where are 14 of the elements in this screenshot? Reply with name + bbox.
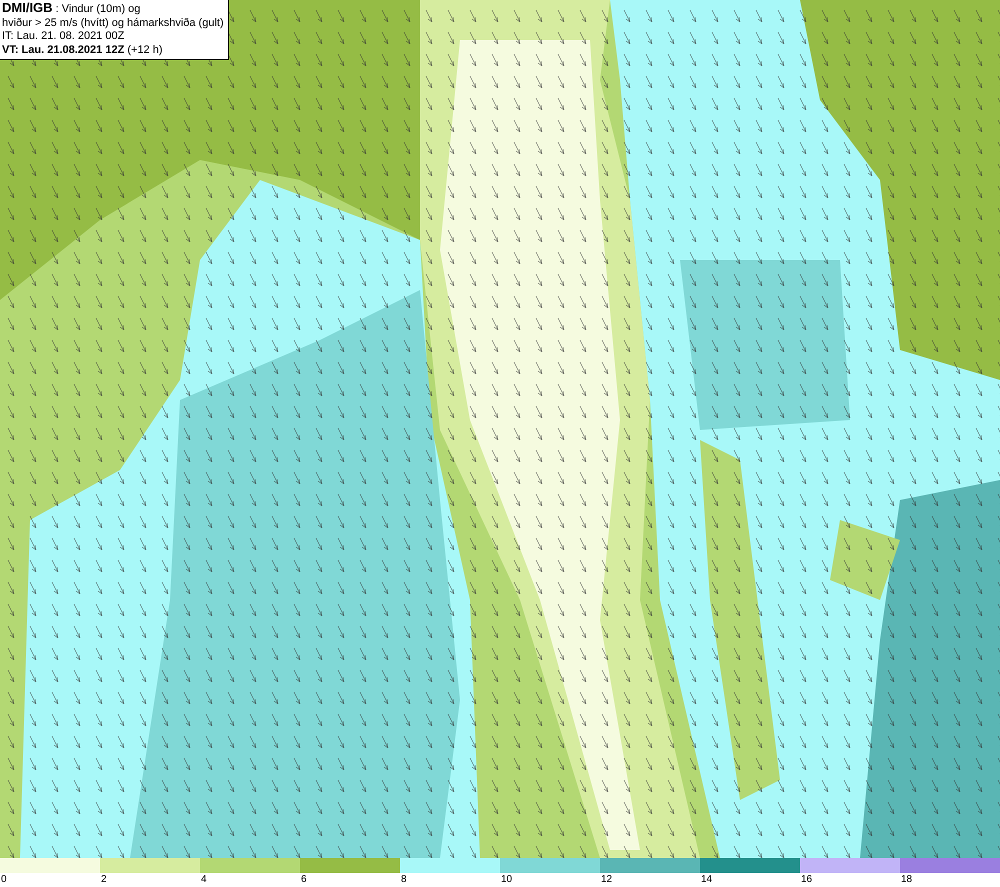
info-text: DMI/IGB : Vindur (10m) og <box>2 1 142 16</box>
info-text: IT: Lau. 21. 08. 2021 00Z <box>2 30 126 44</box>
legend-label: 10 <box>500 873 512 886</box>
legend-label: 4 <box>200 873 207 886</box>
info-text: hviður > 25 m/s (hvítt) og hámarkshviða (gult) <box>2 16 224 30</box>
legend-label: 12 <box>600 873 612 886</box>
legend-label: 18 <box>900 873 912 886</box>
legend-label: 16 <box>800 873 812 886</box>
legend-label: 8 <box>400 873 407 886</box>
legend-label: 0 <box>0 873 7 886</box>
legend-label: 14 <box>700 873 712 886</box>
legend-label: 2 <box>100 873 107 886</box>
info-text: VT: Lau. 21.08.2021 12Z (+12 h) <box>2 44 164 57</box>
legend-label: 6 <box>300 873 307 886</box>
